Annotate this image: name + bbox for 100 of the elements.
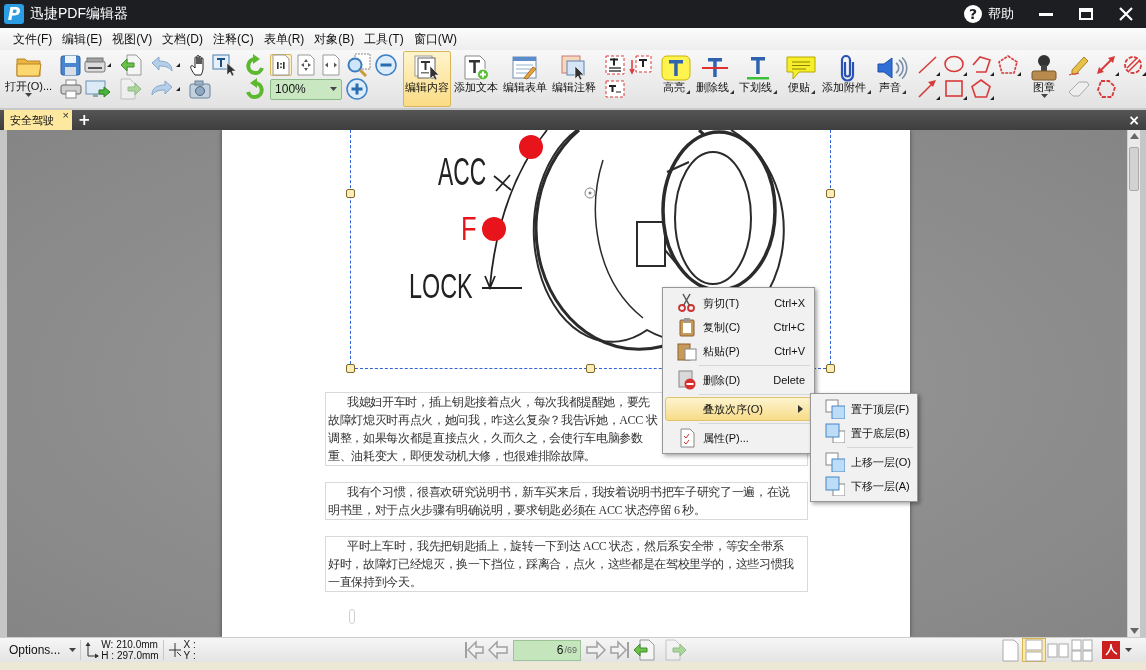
zoom-plus-icon[interactable] bbox=[346, 78, 369, 100]
camera-icon[interactable] bbox=[189, 79, 212, 99]
menu-item[interactable]: 复制(C) Ctrl+C bbox=[665, 315, 812, 339]
resize-handle[interactable] bbox=[826, 364, 835, 373]
fit-page-button[interactable] bbox=[295, 54, 318, 76]
menu-item[interactable]: 下移一层(A) bbox=[813, 474, 915, 498]
fit-width-button[interactable] bbox=[320, 54, 343, 76]
minimize-icon[interactable] bbox=[1039, 12, 1053, 16]
hatched-circle-icon[interactable] bbox=[1122, 54, 1146, 76]
menu-item[interactable]: 视图(V) bbox=[107, 29, 158, 49]
scroll-down-icon[interactable] bbox=[1129, 628, 1139, 634]
scroll-up-icon[interactable] bbox=[1129, 133, 1139, 139]
rectangle-icon[interactable] bbox=[943, 78, 968, 100]
page-count: /69 bbox=[564, 645, 577, 655]
menu-item[interactable]: 对象(B) bbox=[309, 29, 360, 49]
close-icon[interactable] bbox=[1119, 7, 1133, 21]
caret-icon[interactable] bbox=[1125, 648, 1132, 652]
text-field-icon[interactable] bbox=[604, 78, 627, 100]
paste-icon bbox=[677, 341, 697, 361]
zoom-combo[interactable]: 100% bbox=[270, 78, 343, 100]
submenu-arrow-icon bbox=[798, 405, 803, 413]
menu-item[interactable]: 叠放次序(O) bbox=[665, 397, 812, 421]
help-button[interactable]: ? 帮助 bbox=[964, 3, 1014, 25]
menu-item[interactable]: 编辑(E) bbox=[57, 29, 108, 49]
new-tab-button[interactable]: + bbox=[76, 111, 93, 129]
resize-handle[interactable] bbox=[346, 189, 355, 198]
page-size-icon bbox=[85, 642, 100, 658]
menu-item[interactable]: 文件(F) bbox=[8, 29, 58, 49]
caret-icon bbox=[25, 93, 33, 97]
polyline-icon[interactable] bbox=[970, 54, 995, 76]
vertical-scrollbar[interactable] bbox=[1127, 130, 1140, 637]
zoom-in-icon[interactable] bbox=[346, 53, 373, 77]
scrollbar-thumb[interactable] bbox=[1129, 147, 1139, 191]
text-box-icon[interactable] bbox=[604, 54, 627, 76]
fit-width-icon bbox=[321, 54, 342, 76]
close-document-button[interactable]: × bbox=[1128, 111, 1140, 129]
ellipse-icon[interactable] bbox=[943, 54, 968, 76]
tab-close-button[interactable]: × bbox=[62, 110, 69, 121]
previous-page-icon[interactable] bbox=[487, 639, 509, 661]
form-pencil-icon bbox=[511, 55, 540, 80]
tick-mark bbox=[493, 174, 512, 192]
menu-item[interactable]: 上移一层(O) bbox=[813, 450, 915, 474]
underline-button[interactable]: 下划线 bbox=[737, 51, 780, 107]
menu-item[interactable]: 窗口(W) bbox=[408, 29, 462, 49]
page-arrow-icon[interactable] bbox=[120, 54, 143, 76]
menu-item[interactable]: 工具(T) bbox=[359, 29, 409, 49]
text-cursor-icon bbox=[349, 609, 355, 624]
sticky-note-button[interactable]: 便贴 bbox=[783, 51, 820, 107]
pentagon-icon[interactable] bbox=[970, 78, 995, 100]
highlight-icon bbox=[661, 54, 692, 81]
double-arrow-icon[interactable] bbox=[1095, 54, 1120, 76]
resize-handle[interactable] bbox=[586, 364, 595, 373]
cursor-x-text: X : bbox=[183, 639, 196, 650]
highlight-button[interactable]: 高亮 bbox=[659, 51, 694, 107]
scanner-icon[interactable] bbox=[84, 55, 113, 75]
menu-item[interactable]: 置于顶层(F) bbox=[813, 397, 915, 421]
page-number: 6 bbox=[556, 643, 564, 657]
last-page-icon[interactable] bbox=[609, 639, 631, 661]
page-cursor-icon bbox=[413, 55, 442, 80]
menu-item[interactable]: 注释(C) bbox=[208, 29, 259, 49]
page-number-field[interactable]: 6/69 bbox=[513, 639, 581, 661]
sound-button[interactable]: 声音 bbox=[874, 51, 911, 107]
menu-item[interactable]: 文档(D) bbox=[157, 29, 208, 49]
resize-handle[interactable] bbox=[826, 189, 835, 198]
printer-icon[interactable] bbox=[60, 79, 83, 99]
corner-triangle-icon bbox=[867, 90, 872, 94]
arrow-icon[interactable] bbox=[916, 78, 941, 100]
next-page-icon[interactable] bbox=[585, 639, 607, 661]
resize-handle[interactable] bbox=[346, 364, 355, 373]
stamp-button[interactable]: 图章 bbox=[1027, 51, 1062, 107]
sticky-note-icon bbox=[785, 54, 818, 81]
text-box-arrow-icon[interactable] bbox=[629, 54, 654, 76]
first-page-icon[interactable] bbox=[463, 639, 485, 661]
dashed-pentagon-icon[interactable] bbox=[997, 54, 1022, 76]
menu-item[interactable]: 表单(R) bbox=[258, 29, 310, 49]
edit-content-button[interactable]: 编辑内容 bbox=[403, 51, 452, 107]
edit-form-button[interactable]: 编辑表单 bbox=[501, 51, 550, 107]
actual-size-button[interactable] bbox=[270, 54, 293, 76]
edit-annotation-button[interactable]: 编辑注释 bbox=[550, 51, 599, 107]
maximize-icon[interactable] bbox=[1079, 8, 1093, 20]
clipboard-icon bbox=[677, 317, 697, 337]
menu-item[interactable]: 置于底层(B) bbox=[813, 421, 915, 445]
page-arrow-icon[interactable] bbox=[633, 639, 655, 661]
bring-front-icon bbox=[825, 399, 845, 419]
open-button[interactable]: 打开(O)... bbox=[3, 51, 55, 107]
strikethrough-button[interactable]: 删除线 bbox=[694, 51, 737, 107]
caret-icon bbox=[1040, 94, 1048, 98]
menu-item[interactable]: 删除(D) Delete bbox=[665, 368, 812, 392]
options-dropdown[interactable]: Options... bbox=[9, 643, 77, 657]
line-icon[interactable] bbox=[916, 54, 941, 76]
center-point-icon[interactable] bbox=[584, 187, 596, 199]
document-tab[interactable]: 安全驾驶 × bbox=[4, 110, 72, 130]
text-select-icon[interactable] bbox=[212, 54, 237, 76]
pdf-icon[interactable] bbox=[1102, 641, 1120, 659]
zoom-out-icon[interactable] bbox=[375, 54, 398, 76]
monitor-arrow-icon[interactable] bbox=[85, 79, 112, 99]
attach-file-button[interactable]: 添加附件 bbox=[820, 51, 874, 107]
add-text-button[interactable]: 添加文本 bbox=[452, 51, 501, 107]
menu-item[interactable]: 粘贴(P) Ctrl+V bbox=[665, 339, 812, 363]
menu-item[interactable]: 剪切(T) Ctrl+X bbox=[665, 291, 812, 315]
